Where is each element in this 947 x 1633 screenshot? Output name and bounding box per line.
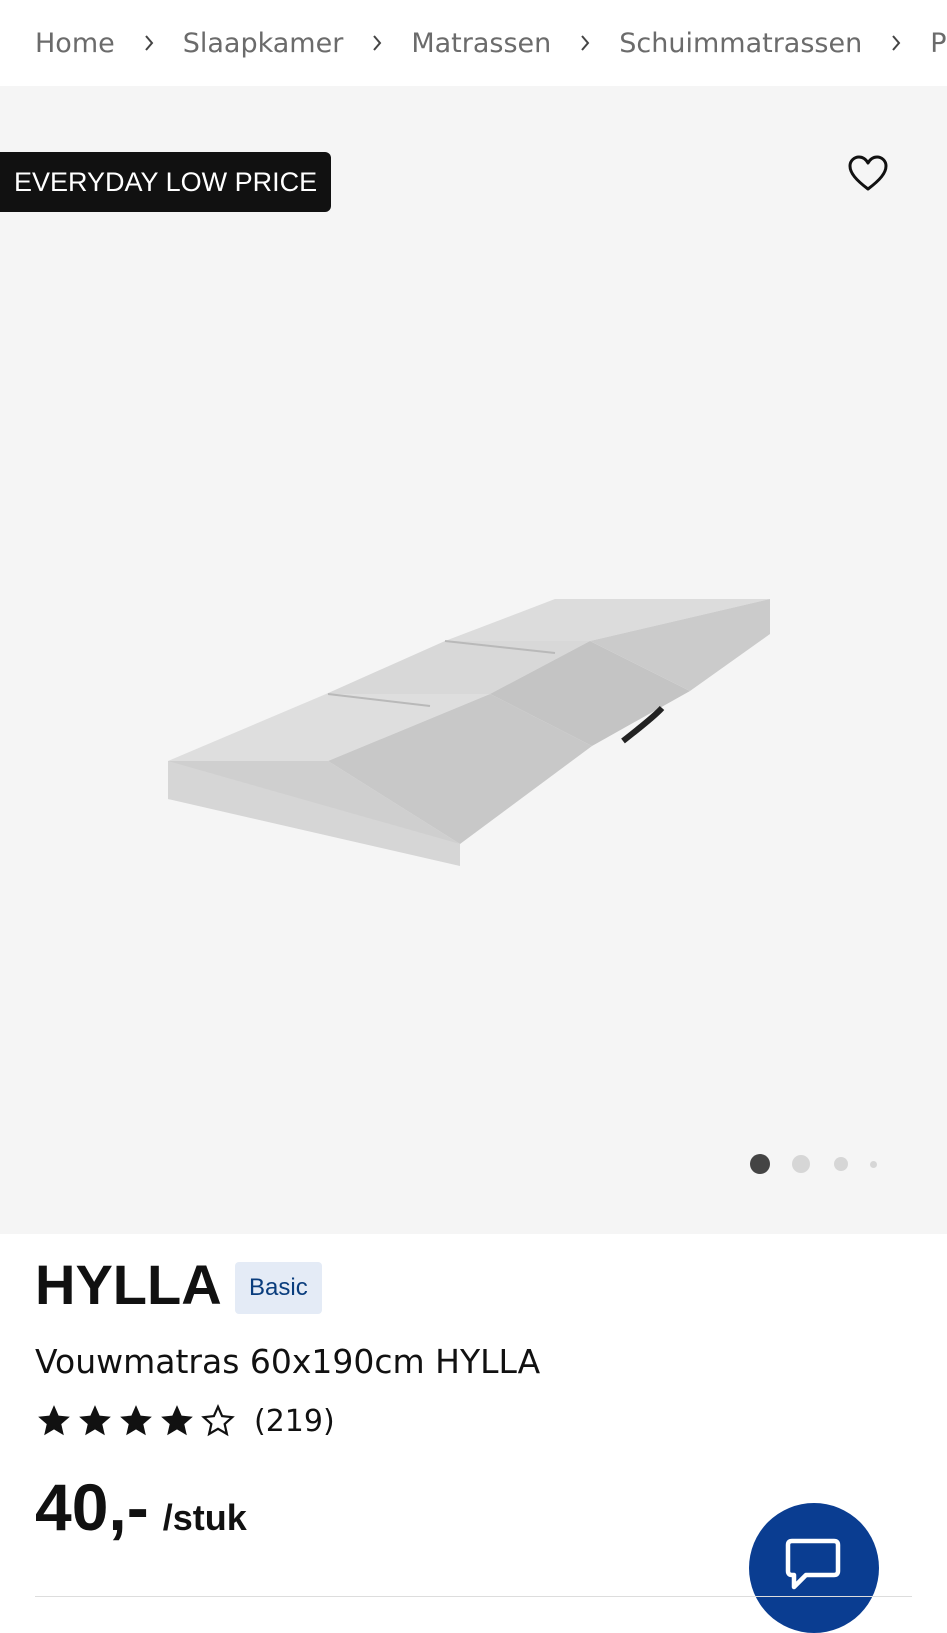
breadcrumb-home[interactable]: Home (35, 28, 115, 59)
chevron-right-icon (572, 30, 598, 56)
breadcrumb: Home Slaapkamer Matrassen Schuimmatrasse… (0, 0, 947, 86)
breadcrumb-matrassen[interactable]: Matrassen (411, 28, 551, 59)
rating[interactable]: (219) (35, 1401, 335, 1441)
pagination-dot[interactable] (870, 1161, 877, 1168)
price-unit: /stuk (162, 1497, 247, 1538)
divider (35, 1596, 912, 1597)
pagination-dot-active[interactable] (750, 1154, 770, 1174)
chat-button[interactable] (749, 1503, 879, 1633)
breadcrumb-slaapkamer[interactable]: Slaapkamer (183, 28, 344, 59)
star-empty-icon (201, 1404, 235, 1437)
star-filled-icon (79, 1405, 111, 1436)
pagination-dot[interactable] (792, 1155, 810, 1173)
star-filled-icon (38, 1405, 70, 1436)
breadcrumb-product[interactable]: Produ (930, 28, 947, 59)
chat-bubble-icon (785, 1538, 841, 1590)
breadcrumb-schuimmatrassen[interactable]: Schuimmatrassen (619, 28, 862, 59)
price-badge: EVERYDAY LOW PRICE (0, 152, 332, 212)
chevron-right-icon (364, 30, 390, 56)
product-tag: Basic (235, 1262, 322, 1314)
pagination-dot[interactable] (834, 1157, 848, 1171)
product-name: HYLLA (35, 1253, 222, 1316)
review-count[interactable]: (219) (254, 1404, 335, 1439)
product-description: Vouwmatras 60x190cm HYLLA (35, 1342, 541, 1381)
product-price: 40,- /stuk (35, 1468, 247, 1546)
product-image[interactable] (160, 516, 800, 866)
star-filled-icon (120, 1405, 152, 1436)
image-pagination (0, 1148, 947, 1178)
heart-icon[interactable] (846, 152, 890, 196)
star-filled-icon (161, 1405, 193, 1436)
chevron-right-icon (136, 30, 162, 56)
chevron-right-icon (883, 30, 909, 56)
product-gallery[interactable]: EVERYDAY LOW PRICE (0, 86, 947, 1234)
price-value: 40,- (35, 1470, 149, 1544)
